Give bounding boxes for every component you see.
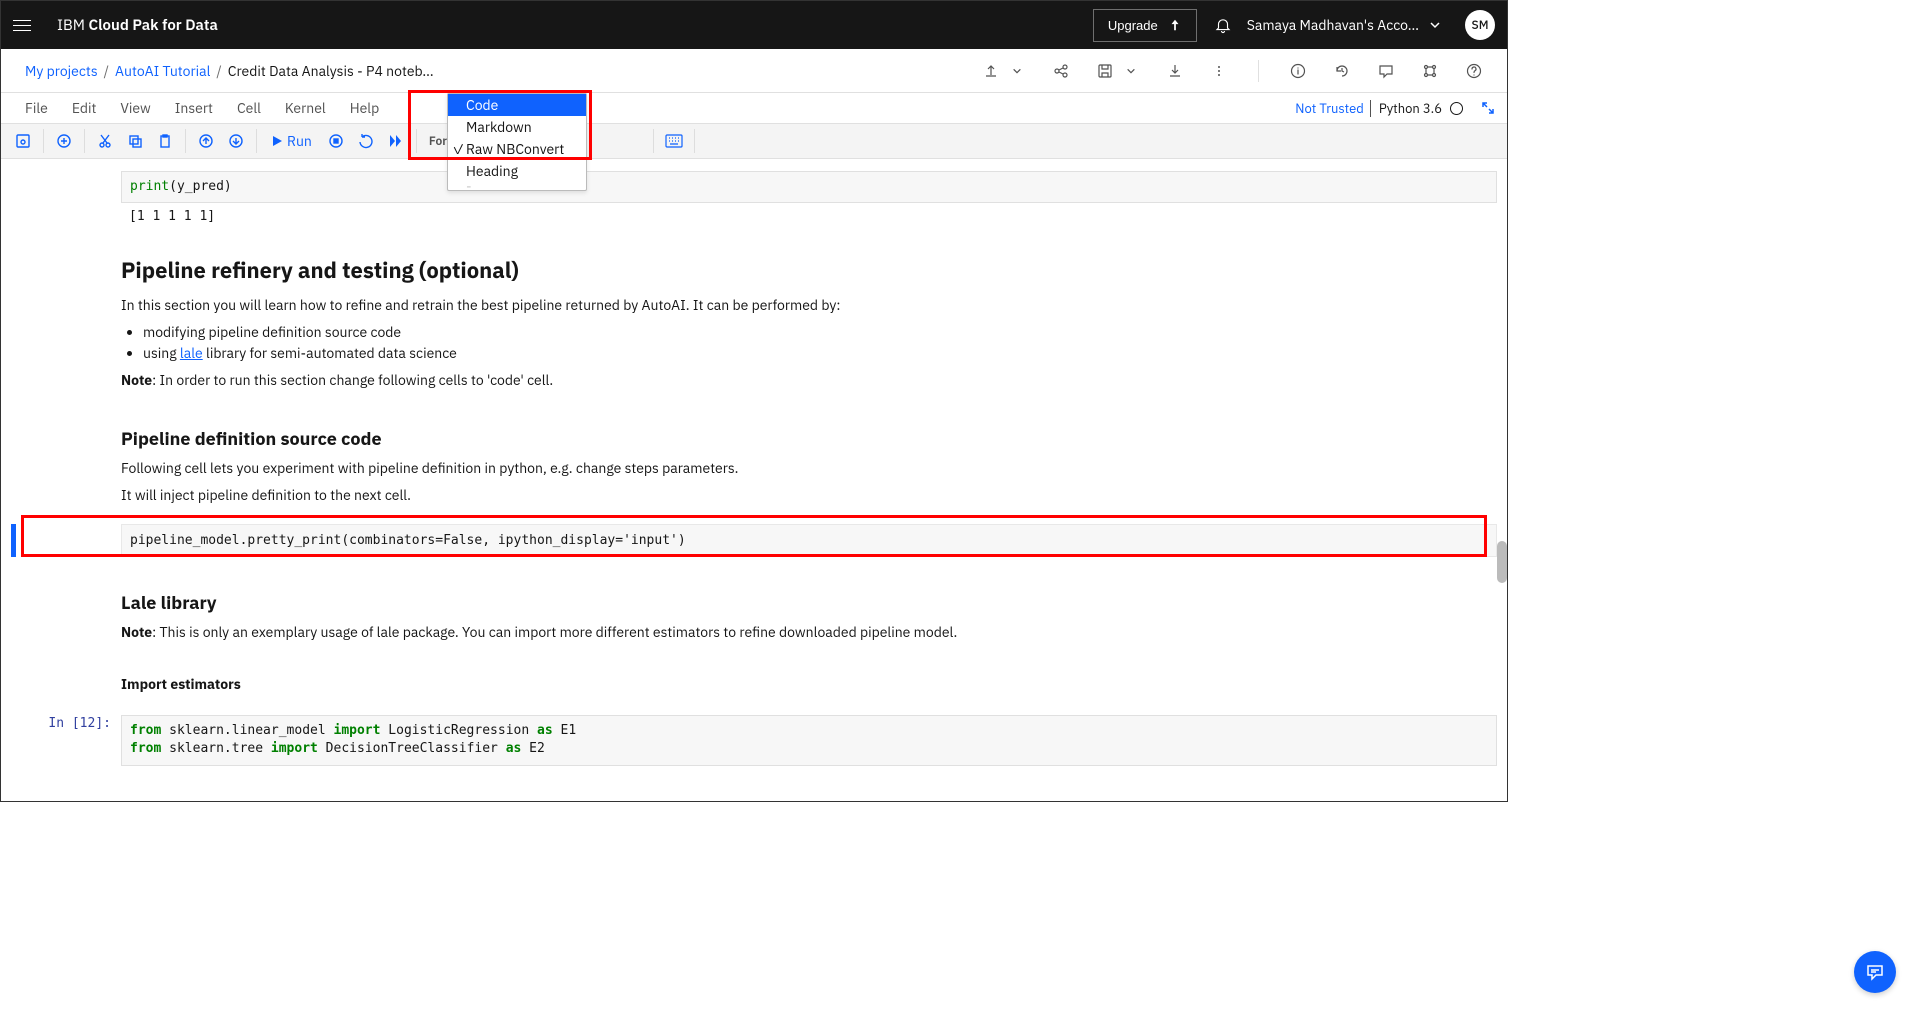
code-output: [1 1 1 1 1]: [121, 203, 1497, 230]
brand: IBM Cloud Pak for Data: [57, 16, 218, 35]
cell-type-dropdown[interactable]: Code Markdown Raw NBConvert Heading -: [447, 93, 587, 191]
menu-file[interactable]: File: [13, 95, 60, 121]
code-cell[interactable]: print(y_pred) [1 1 1 1 1]: [11, 167, 1497, 234]
section-heading: Lale library: [121, 591, 1497, 614]
code-cell[interactable]: In [12]: from sklearn.linear_model impor…: [11, 711, 1497, 769]
dropdown-option-heading[interactable]: Heading: [448, 160, 586, 182]
move-down-button[interactable]: [222, 127, 250, 155]
paragraph: Note: In order to run this section chang…: [121, 370, 1497, 391]
notebook-area[interactable]: print(y_pred) [1 1 1 1 1] Pipeline refin…: [1, 159, 1507, 801]
keyboard-icon[interactable]: [660, 127, 688, 155]
notifications-icon[interactable]: [1213, 15, 1233, 35]
kernel-name[interactable]: Python 3.6: [1370, 100, 1442, 117]
save-button[interactable]: [9, 127, 37, 155]
code-input[interactable]: from sklearn.linear_model import Logisti…: [121, 715, 1497, 765]
list-item: using lale library for semi-automated da…: [143, 343, 1497, 364]
account-menu[interactable]: Samaya Madhavan's Acco…: [1247, 16, 1441, 34]
history-icon[interactable]: [1333, 62, 1351, 80]
restart-button[interactable]: [352, 127, 380, 155]
chevron-down-icon[interactable]: [1122, 62, 1140, 80]
breadcrumb-row: My projects / AutoAI Tutorial / Credit D…: [1, 49, 1507, 93]
account-name: Samaya Madhavan's Acco…: [1247, 16, 1419, 34]
raw-cell-content[interactable]: pipeline_model.pretty_print(combinators=…: [121, 524, 1497, 557]
upgrade-button[interactable]: Upgrade: [1093, 9, 1197, 42]
comment-icon[interactable]: [1377, 62, 1395, 80]
publish-icon[interactable]: [982, 62, 1000, 80]
maximize-icon[interactable]: [1481, 101, 1495, 115]
menu-edit[interactable]: Edit: [60, 95, 109, 121]
data-icon[interactable]: [1421, 62, 1439, 80]
move-up-button[interactable]: [192, 127, 220, 155]
menu-kernel[interactable]: Kernel: [273, 95, 338, 121]
dropdown-option-code[interactable]: Code: [448, 94, 586, 116]
avatar[interactable]: SM: [1465, 10, 1495, 40]
paste-button[interactable]: [151, 127, 179, 155]
dropdown-option-raw[interactable]: Raw NBConvert: [448, 138, 586, 160]
paragraph: In this section you will learn how to re…: [121, 295, 1497, 316]
raw-cell-selected[interactable]: pipeline_model.pretty_print(combinators=…: [11, 524, 1497, 557]
run-button[interactable]: Run: [263, 132, 320, 150]
code-input[interactable]: print(y_pred): [121, 171, 1497, 203]
menu-insert[interactable]: Insert: [163, 95, 225, 121]
paragraph: It will inject pipeline definition to th…: [121, 485, 1497, 506]
section-heading: Import estimators: [121, 675, 1497, 693]
paragraph: Note: This is only an exemplary usage of…: [121, 622, 1497, 643]
markdown-cell[interactable]: Import estimators: [11, 661, 1497, 711]
restart-run-all-button[interactable]: [382, 127, 410, 155]
dropdown-option-markdown[interactable]: Markdown: [448, 116, 586, 138]
chat-fab[interactable]: [1854, 951, 1896, 993]
markdown-cell[interactable]: Pipeline definition source code Followin…: [11, 409, 1497, 524]
chevron-down-icon[interactable]: [1008, 62, 1026, 80]
menu-cell[interactable]: Cell: [225, 95, 273, 121]
share-icon[interactable]: [1052, 62, 1070, 80]
paragraph: Following cell lets you experiment with …: [121, 458, 1497, 479]
download-icon[interactable]: [1166, 62, 1184, 80]
menu-icon[interactable]: [13, 13, 37, 37]
chevron-down-icon: [1429, 19, 1441, 31]
cell-prompt: In [12]:: [11, 711, 121, 769]
dropdown-divider: -: [448, 182, 586, 190]
info-icon[interactable]: [1289, 62, 1307, 80]
kebab-icon[interactable]: [1210, 62, 1228, 80]
section-heading: Pipeline definition source code: [121, 427, 1497, 450]
menu-view[interactable]: View: [108, 95, 162, 121]
save-version-icon[interactable]: [1096, 62, 1114, 80]
top-header: IBM Cloud Pak for Data Upgrade Samaya Ma…: [1, 1, 1507, 49]
kernel-indicator-icon: [1450, 102, 1463, 115]
breadcrumb-sep: /: [104, 62, 109, 80]
upgrade-icon: [1168, 18, 1182, 32]
breadcrumb-autoai[interactable]: AutoAI Tutorial: [115, 62, 210, 80]
breadcrumb-sep: /: [216, 62, 221, 80]
menu-bar: File Edit View Insert Cell Kernel Help N…: [1, 93, 1507, 123]
help-icon[interactable]: [1465, 62, 1483, 80]
breadcrumb-my-projects[interactable]: My projects: [25, 62, 98, 80]
cell-prompt: [11, 167, 121, 234]
markdown-cell[interactable]: Pipeline refinery and testing (optional)…: [11, 234, 1497, 409]
lale-link[interactable]: lale: [180, 344, 203, 362]
trust-status[interactable]: Not Trusted: [1295, 100, 1364, 117]
stop-button[interactable]: [322, 127, 350, 155]
cut-button[interactable]: [91, 127, 119, 155]
copy-button[interactable]: [121, 127, 149, 155]
menu-help[interactable]: Help: [338, 95, 392, 121]
add-cell-button[interactable]: [50, 127, 78, 155]
section-heading: Pipeline refinery and testing (optional): [121, 256, 1497, 285]
toolbar: Run Format: [1, 123, 1507, 159]
list-item: modifying pipeline definition source cod…: [143, 322, 1497, 343]
scrollbar-thumb[interactable]: [1497, 541, 1507, 583]
markdown-cell[interactable]: Lale library Note: This is only an exemp…: [11, 573, 1497, 661]
breadcrumb-current: Credit Data Analysis - P4 noteb…: [228, 62, 434, 80]
